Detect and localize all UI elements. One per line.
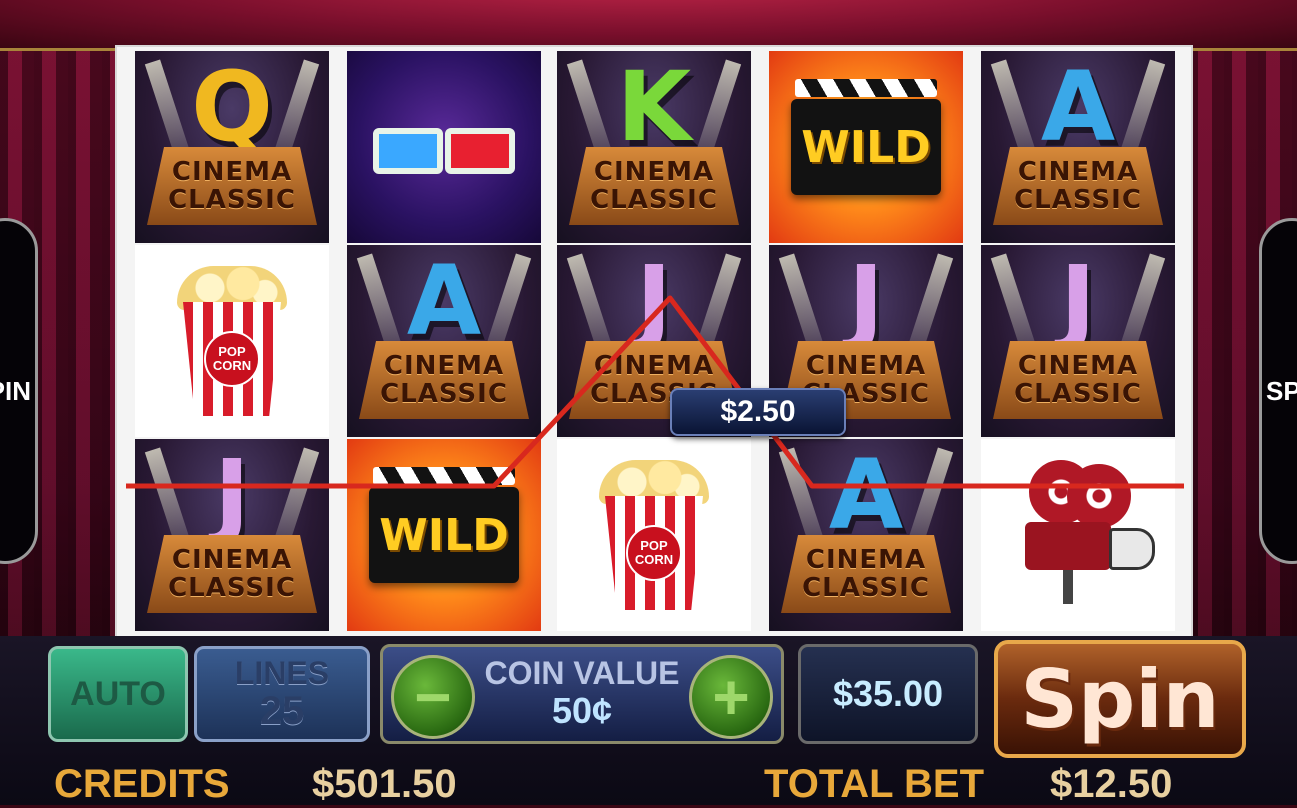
bet-amount-display: $35.00 (798, 644, 978, 744)
popcorn-icon: POP CORN (599, 460, 709, 610)
cinema-classic-plinth: CINEMA CLASSIC (569, 147, 739, 225)
auto-button[interactable]: AUTO (48, 646, 188, 742)
plinth-text: CLASSIC (1014, 185, 1142, 215)
film-projector-icon (1003, 460, 1155, 610)
bet-amount-value: $35.00 (832, 673, 944, 714)
cinema-classic-plinth: CINEMA CLASSIC (147, 147, 317, 225)
popcorn-badge: POP CORN (626, 525, 682, 581)
clapperboard-icon: WILD (369, 467, 519, 583)
coin-value-panel: − COIN VALUE 50¢ + (380, 644, 784, 744)
symbol-letter: A (828, 439, 904, 551)
reel-symbol-popcorn: POP CORN (557, 439, 751, 631)
clapperboard-icon: WILD (791, 79, 941, 195)
symbol-letter: A (1040, 51, 1116, 163)
glasses-lens (445, 128, 515, 174)
plinth-text: CLASSIC (380, 379, 508, 409)
reel-symbol-wild: WILD (347, 439, 541, 631)
lines-button[interactable]: LINES 25 (194, 646, 370, 742)
popcorn-icon: POP CORN (177, 266, 287, 416)
reel-symbol-projector (981, 439, 1175, 631)
cinema-classic-plinth: CINEMA CLASSIC (147, 535, 317, 613)
symbol-letter: A (406, 245, 482, 357)
right-spin-side-button[interactable]: SP (1259, 218, 1297, 564)
reel-symbol-popcorn: POP CORN (135, 245, 329, 437)
reel-symbol-cinema-a: A CINEMA CLASSIC (981, 51, 1175, 243)
plinth-text: CINEMA (1017, 157, 1139, 187)
reel-symbol-cinema-j: J CINEMA CLASSIC (981, 245, 1175, 437)
glasses-lens (373, 128, 443, 174)
popcorn-badge: POP CORN (204, 331, 260, 387)
wild-label: WILD (379, 509, 509, 561)
reel-symbol-cinema-a: A CINEMA CLASSIC (347, 245, 541, 437)
win-amount-badge: $2.50 (670, 388, 846, 436)
reel-grid: Q CINEMA CLASSIC POP CORN J CINEMA CLASSIC A CIN… (115, 45, 1193, 639)
credits-value: $501.50 (312, 762, 457, 806)
plinth-text: CINEMA (171, 545, 293, 575)
left-spin-side-button[interactable]: PIN (0, 218, 38, 564)
symbol-letter: J (848, 245, 884, 357)
plinth-text: CINEMA (805, 351, 927, 381)
symbol-letter: J (1060, 245, 1096, 357)
total-bet-label: TOTAL BET (764, 762, 984, 806)
coin-value-label: COIN VALUE (484, 655, 680, 691)
right-side-label: SP (1266, 375, 1297, 406)
symbol-letter: K (616, 51, 692, 163)
reel-symbol-3d-glasses (347, 51, 541, 243)
coin-value: 50¢ (551, 690, 613, 731)
reel-symbol-cinema-q: Q CINEMA CLASSIC (135, 51, 329, 243)
reel-symbol-cinema-k: K CINEMA CLASSIC (557, 51, 751, 243)
wild-label: WILD (801, 121, 931, 173)
plus-icon: + (712, 661, 750, 733)
symbol-letter: J (636, 245, 672, 357)
popcorn-box: POP CORN (183, 302, 281, 416)
coin-increase-button[interactable]: + (689, 655, 773, 739)
plinth-text: CLASSIC (1014, 379, 1142, 409)
coin-decrease-button[interactable]: − (391, 655, 475, 739)
minus-icon: − (414, 661, 452, 733)
plinth-text: CINEMA (1017, 351, 1139, 381)
cinema-classic-plinth: CINEMA CLASSIC (359, 341, 529, 419)
plinth-text: CINEMA (593, 157, 715, 187)
cinema-classic-plinth: CINEMA CLASSIC (993, 341, 1163, 419)
spin-label: Spin (1020, 652, 1220, 746)
projector-lens (1109, 528, 1155, 570)
lines-value: 25 (259, 689, 305, 733)
plinth-text: CINEMA (593, 351, 715, 381)
left-side-label: PIN (0, 375, 31, 406)
3d-glasses-icon (369, 122, 519, 174)
total-bet-value: $12.50 (1050, 762, 1173, 806)
symbol-letter: J (214, 439, 250, 551)
reel-symbol-cinema-a: A CINEMA CLASSIC (769, 439, 963, 631)
spin-button[interactable]: Spin (994, 640, 1246, 758)
plinth-text: CINEMA (383, 351, 505, 381)
plinth-text: CINEMA (805, 545, 927, 575)
plinth-text: CLASSIC (802, 573, 930, 603)
reel-symbol-wild: WILD (769, 51, 963, 243)
lines-label: LINES (234, 655, 330, 691)
reel-symbol-cinema-j: J CINEMA CLASSIC (135, 439, 329, 631)
auto-label: AUTO (70, 674, 166, 713)
symbol-letter: Q (191, 51, 273, 163)
film-reel (1067, 464, 1131, 528)
popcorn-box: POP CORN (605, 496, 703, 610)
projector-body (1025, 522, 1111, 570)
credits-label: CREDITS (54, 762, 230, 806)
curtain-valance (0, 0, 1297, 51)
cinema-classic-plinth: CINEMA CLASSIC (993, 147, 1163, 225)
plinth-text: CINEMA (171, 157, 293, 187)
plinth-text: CLASSIC (168, 573, 296, 603)
cinema-classic-plinth: CINEMA CLASSIC (781, 535, 951, 613)
plinth-text: CLASSIC (590, 185, 718, 215)
plinth-text: CLASSIC (168, 185, 296, 215)
projector-stand (1063, 570, 1073, 604)
